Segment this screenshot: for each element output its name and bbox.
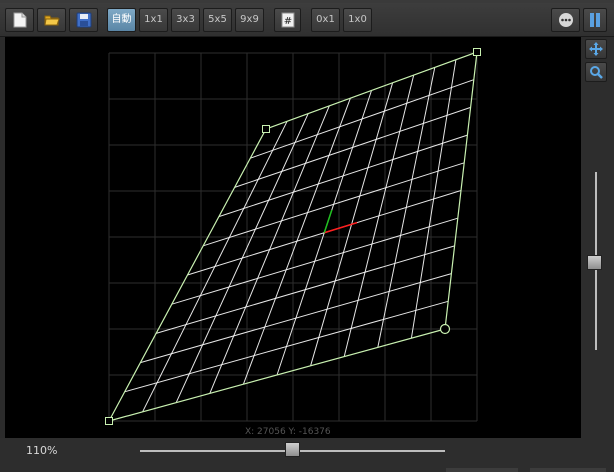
warp-grid-line	[140, 273, 452, 364]
new-button[interactable]	[5, 8, 34, 32]
zoom-slider-thumb[interactable]	[285, 442, 300, 457]
save-button[interactable]	[69, 8, 98, 32]
panel-toggle-icon	[590, 13, 600, 27]
svg-text:#: #	[283, 16, 291, 27]
warp-canvas[interactable]: X: 27056 Y: -16376	[5, 37, 581, 438]
bottom-tab-1[interactable]	[446, 468, 518, 472]
grid-5x5-button[interactable]: 5x5	[203, 8, 232, 32]
warp-grid-line	[124, 300, 449, 393]
move-tool-button[interactable]	[585, 39, 607, 59]
open-folder-icon	[43, 15, 60, 26]
warp-grid-line	[377, 67, 436, 348]
toolbar: 自動 1x1 3x3 5x5 9x9 # 0x1 1x0	[0, 3, 614, 37]
zoom-level: 110%	[26, 444, 58, 457]
status-bar: 110%	[0, 438, 614, 472]
center-y-axis	[323, 209, 333, 233]
grid-hash-icon: #	[281, 12, 294, 28]
reset-1x0-button[interactable]: 1x0	[343, 8, 372, 32]
more-button[interactable]	[551, 8, 580, 32]
active-corner-handle	[439, 323, 451, 335]
zoom-tool-button[interactable]	[585, 62, 607, 82]
grid-3x3-button[interactable]: 3x3	[171, 8, 200, 32]
panel-toggle-button[interactable]	[583, 8, 607, 32]
open-button[interactable]	[37, 8, 66, 32]
center-x-axis	[324, 221, 358, 234]
more-options-icon	[558, 13, 573, 27]
corner-handle	[262, 125, 270, 133]
corner-handle	[473, 48, 481, 56]
coordinate-readout: X: 27056 Y: -16376	[245, 427, 331, 437]
grid-toggle-button[interactable]: #	[274, 8, 301, 32]
save-disk-icon	[76, 12, 91, 28]
side-panel	[581, 37, 614, 438]
move-arrows-icon	[589, 42, 603, 56]
grid-1x1-button[interactable]: 1x1	[139, 8, 168, 32]
reset-0x1-button[interactable]: 0x1	[311, 8, 340, 32]
corner-handle	[105, 417, 113, 425]
warp-grid-view[interactable]: X: 27056 Y: -16376	[5, 37, 581, 438]
warp-grid-line	[171, 217, 458, 305]
new-document-icon	[13, 12, 26, 28]
vertical-zoom-thumb[interactable]	[587, 255, 602, 270]
bottom-tab-2[interactable]	[530, 468, 606, 472]
magnifier-icon	[590, 66, 603, 79]
grid-9x9-button[interactable]: 9x9	[235, 8, 264, 32]
auto-button[interactable]: 自動	[107, 8, 136, 32]
